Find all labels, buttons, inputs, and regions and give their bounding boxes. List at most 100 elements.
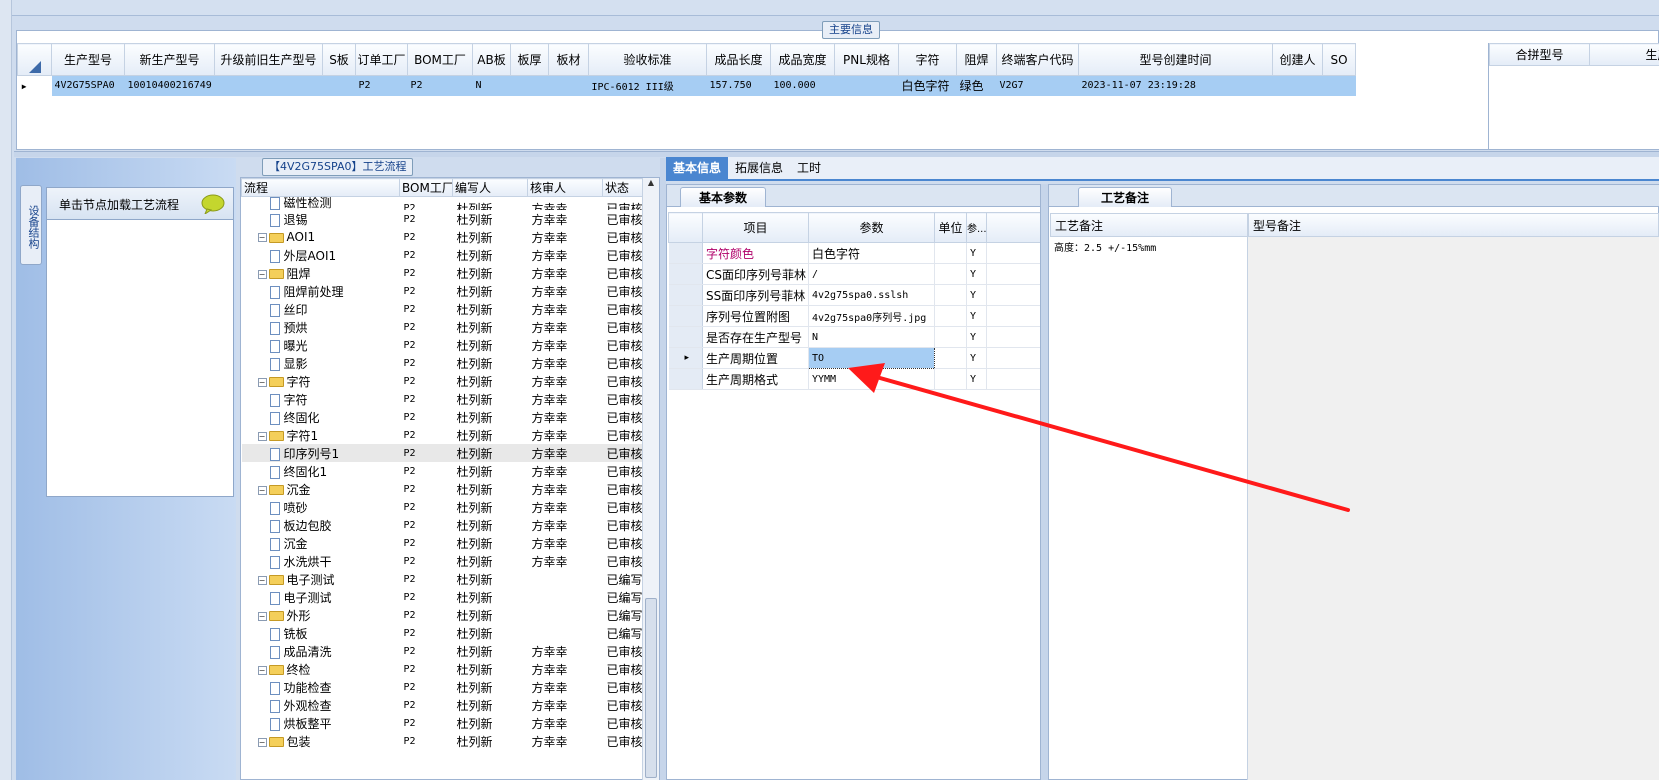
col-header-merge-model[interactable]: 合拼型号	[1489, 43, 1590, 66]
tree-node[interactable]: − 沉金	[242, 480, 400, 498]
param-value[interactable]: 4v2g75spa0.sslsh	[808, 284, 935, 306]
tree-node[interactable]: 退锡	[242, 210, 400, 228]
tree-node[interactable]: − 包装	[242, 732, 400, 750]
tree-row[interactable]: 曝光 P2 杜列新 方幸幸 已审核	[242, 336, 660, 354]
tree-row[interactable]: − 包装 P2 杜列新 方幸幸 已审核	[242, 732, 660, 750]
col-header-flag[interactable]: 参...	[966, 212, 987, 243]
tree-row[interactable]: 功能检查 P2 杜列新 方幸幸 已审核	[242, 678, 660, 696]
tree-node[interactable]: 水洗烘干	[242, 552, 400, 570]
model-note-area[interactable]	[1248, 237, 1659, 780]
tree-node[interactable]: 沉金	[242, 534, 400, 552]
param-value[interactable]: TO	[808, 347, 935, 369]
tree-row[interactable]: 喷砂 P2 杜列新 方幸幸 已审核	[242, 498, 660, 516]
main-cell-9[interactable]: IPC-6012 III级	[588, 75, 707, 96]
col-header-main-9[interactable]: 验收标准	[588, 43, 707, 76]
collapse-icon[interactable]: −	[257, 665, 267, 675]
tree-node[interactable]: 磁性检测	[242, 197, 400, 210]
param-value[interactable]: N	[808, 326, 935, 348]
main-cell-1[interactable]: 10010400216749	[124, 75, 215, 96]
col-header-param[interactable]: 参数	[808, 212, 935, 243]
tree-row[interactable]: 丝印 P2 杜列新 方幸幸 已审核	[242, 300, 660, 318]
tree-node[interactable]: − 阻焊	[242, 264, 400, 282]
main-cell-3[interactable]	[322, 75, 356, 96]
tree-row[interactable]: 外观检查 P2 杜列新 方幸幸 已审核	[242, 696, 660, 714]
main-cell-13[interactable]: 白色字符	[898, 75, 957, 96]
main-cell-7[interactable]	[510, 75, 549, 96]
tab-extended-info[interactable]: 拓展信息	[728, 157, 790, 179]
tree-row[interactable]: 印序列号1 P2 杜列新 方幸幸 已审核	[241, 444, 659, 462]
tree-row[interactable]: 阻焊前处理 P2 杜列新 方幸幸 已审核	[242, 282, 660, 300]
main-cell-6[interactable]: N	[472, 75, 511, 96]
col-header-main-18[interactable]: SO	[1322, 43, 1356, 76]
tree-row[interactable]: 预烘 P2 杜列新 方幸幸 已审核	[242, 318, 660, 336]
param-row[interactable]: 生产周期格式 YYMM Y	[668, 368, 1040, 390]
collapse-icon[interactable]: −	[257, 611, 267, 621]
tree-row[interactable]: 水洗烘干 P2 杜列新 方幸幸 已审核	[242, 552, 660, 570]
col-header-main-5[interactable]: BOM工厂	[407, 43, 473, 76]
tree-row[interactable]: 电子测试 P2 杜列新 已编写	[242, 588, 660, 606]
main-cell-10[interactable]: 157.750	[706, 75, 771, 96]
col-header-main-1[interactable]: 新生产型号	[124, 43, 215, 76]
tree-node[interactable]: − AOI1	[242, 228, 400, 246]
tree-row[interactable]: − 字符1 P2 杜列新 方幸幸 已审核	[242, 426, 660, 444]
tree-row[interactable]: − 终检 P2 杜列新 方幸幸 已审核	[242, 660, 660, 678]
main-cell-12[interactable]	[834, 75, 899, 96]
param-row[interactable]: 序列号位置附图 4v2g75spa0序列号.jpg Y	[668, 305, 1040, 327]
tree-row[interactable]: − AOI1 P2 杜列新 方幸幸 已审核	[242, 228, 660, 246]
param-value[interactable]: 白色字符	[808, 242, 935, 264]
tree-node[interactable]: 字符	[242, 390, 400, 408]
main-cell-17[interactable]	[1272, 75, 1323, 96]
tree-node[interactable]: 预烘	[242, 318, 400, 336]
main-cell-0[interactable]: 4V2G75SPA0	[51, 75, 125, 96]
tree-node[interactable]: − 字符1	[242, 426, 400, 444]
param-value[interactable]: /	[808, 263, 935, 285]
param-row[interactable]: ▸ 生产周期位置 TO Y	[668, 347, 1040, 369]
tree-node[interactable]: 成品清洗	[242, 642, 400, 660]
tree-node[interactable]: − 字符	[242, 372, 400, 390]
param-value[interactable]: 4v2g75spa0序列号.jpg	[808, 305, 935, 327]
main-cell-5[interactable]: P2	[407, 75, 473, 96]
scroll-up-icon[interactable]: ▲	[643, 178, 659, 192]
tree-node[interactable]: 外观检查	[242, 696, 400, 714]
process-notes-col1-header[interactable]: 工艺备注	[1050, 213, 1248, 237]
main-cell-14[interactable]: 绿色	[956, 75, 997, 96]
tree-row[interactable]: − 电子测试 P2 杜列新 已编写	[242, 570, 660, 588]
tree-node[interactable]: − 终检	[242, 660, 400, 678]
main-cell-18[interactable]	[1322, 75, 1356, 96]
col-header-main-7[interactable]: 板厚	[510, 43, 549, 76]
collapse-icon[interactable]: −	[257, 269, 267, 279]
col-header-item[interactable]: 项目	[702, 212, 809, 243]
col-header-main-16[interactable]: 型号创建时间	[1078, 43, 1273, 76]
main-cell-8[interactable]	[548, 75, 589, 96]
tree-row[interactable]: 显影 P2 杜列新 方幸幸 已审核	[242, 354, 660, 372]
vertical-splitter-right[interactable]	[1041, 184, 1048, 780]
col-header-process-1[interactable]: BOM工厂	[399, 178, 453, 197]
process-note-text[interactable]: 高度：2.5 +/-15%mm	[1050, 237, 1248, 780]
tree-node[interactable]: 铣板	[242, 624, 400, 642]
col-header-main-3[interactable]: S板	[322, 43, 356, 76]
tab-basic-info[interactable]: 基本信息	[666, 157, 729, 179]
col-header-process-2[interactable]: 编写人	[452, 178, 528, 197]
tree-row[interactable]: 终固化 P2 杜列新 方幸幸 已审核	[242, 408, 660, 426]
param-row[interactable]: SS面印序列号菲林 4v2g75spa0.sslsh Y	[668, 284, 1040, 306]
col-header-main-11[interactable]: 成品宽度	[770, 43, 835, 76]
collapse-icon[interactable]: −	[257, 377, 267, 387]
col-header-production-model-2[interactable]: 生产型号	[1589, 43, 1659, 66]
main-cell-15[interactable]: V2G7	[996, 75, 1079, 96]
tree-row[interactable]: 铣板 P2 杜列新 已编写	[242, 624, 660, 642]
tree-node[interactable]: 板边包胶	[242, 516, 400, 534]
tree-node[interactable]: 印序列号1	[242, 444, 400, 462]
tree-row[interactable]: 成品清洗 P2 杜列新 方幸幸 已审核	[242, 642, 660, 660]
tree-node[interactable]: − 外形	[242, 606, 400, 624]
col-header-main-6[interactable]: AB板	[472, 43, 511, 76]
tree-row[interactable]: 板边包胶 P2 杜列新 方幸幸 已审核	[242, 516, 660, 534]
col-header-main-10[interactable]: 成品长度	[706, 43, 771, 76]
col-header-main-13[interactable]: 字符	[898, 43, 957, 76]
col-header-main-8[interactable]: 板材	[548, 43, 589, 76]
col-header-process-3[interactable]: 核审人	[527, 178, 603, 197]
tree-row[interactable]: 外层AOI1 P2 杜列新 方幸幸 已审核	[242, 246, 660, 264]
tree-row[interactable]: 沉金 P2 杜列新 方幸幸 已审核	[242, 534, 660, 552]
tree-node[interactable]: 终固化	[242, 408, 400, 426]
col-header-process-0[interactable]: 流程	[241, 178, 400, 197]
tree-row[interactable]: 字符 P2 杜列新 方幸幸 已审核	[242, 390, 660, 408]
